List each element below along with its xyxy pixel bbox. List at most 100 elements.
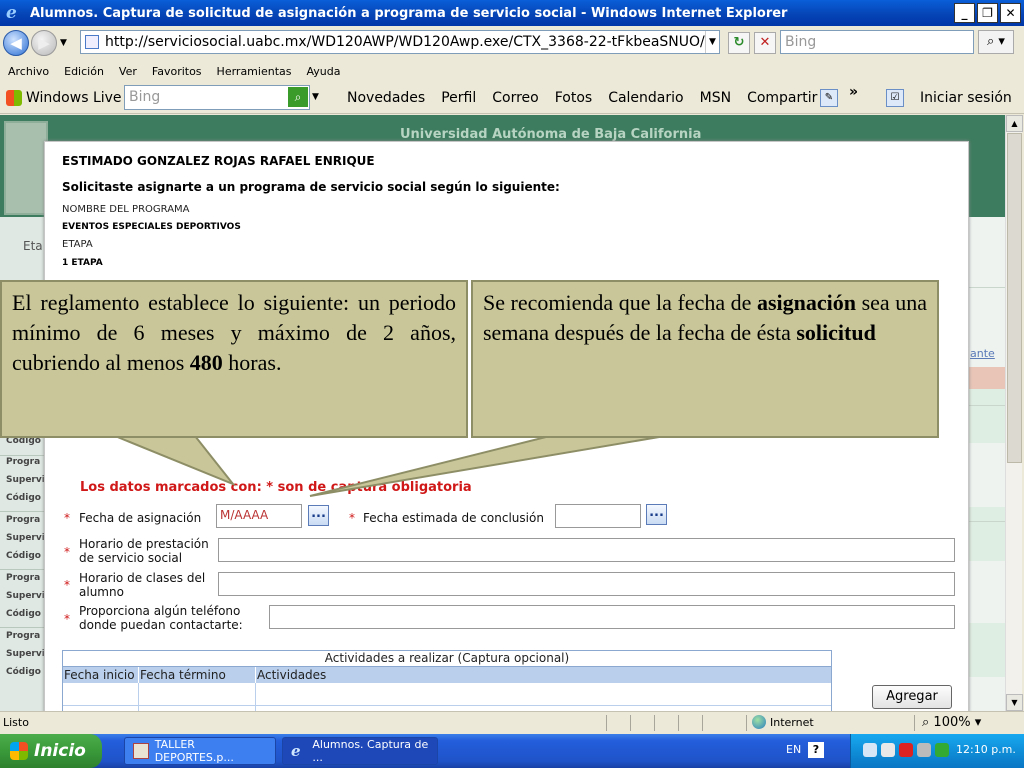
security-alert-icon[interactable] bbox=[899, 743, 913, 757]
volume-icon[interactable] bbox=[917, 743, 931, 757]
menu-edicion[interactable]: Edición bbox=[64, 65, 104, 78]
start-label: Inicio bbox=[34, 741, 86, 761]
scroll-up-icon[interactable]: ▲ bbox=[1006, 115, 1023, 132]
page-icon bbox=[85, 35, 99, 49]
program-label: NOMBRE DEL PROGRAMA bbox=[62, 204, 190, 215]
bing-search-input[interactable]: Bing bbox=[124, 85, 310, 110]
fecha-asignacion-label: Fecha de asignación bbox=[79, 511, 202, 525]
scroll-thumb[interactable] bbox=[1007, 133, 1022, 463]
window-title: Alumnos. Captura de solicitud de asignac… bbox=[30, 5, 788, 21]
menu-ayuda[interactable]: Ayuda bbox=[306, 65, 340, 78]
add-activity-button[interactable]: Agregar bbox=[872, 685, 952, 709]
fecha-conclusion-calendar-button[interactable]: ... bbox=[646, 504, 667, 525]
language-indicator[interactable]: EN bbox=[786, 743, 801, 756]
left-row-label: Código bbox=[6, 551, 41, 561]
more-chevron-icon[interactable]: » bbox=[849, 84, 858, 100]
history-dropdown-icon[interactable]: ▼ bbox=[60, 38, 70, 48]
left-row-label: Progra bbox=[6, 573, 41, 583]
zoom-level[interactable]: ⌕ 100% ▾ bbox=[922, 715, 981, 730]
ie-logo-icon: e bbox=[6, 3, 17, 23]
stop-icon[interactable]: ✕ bbox=[754, 32, 776, 54]
horario-clases-input[interactable] bbox=[218, 572, 955, 596]
taskbar-item-alumnos[interactable]: e Alumnos. Captura de ... bbox=[282, 737, 438, 765]
left-row-label: Supervi bbox=[6, 591, 45, 601]
powerpoint-icon bbox=[133, 743, 149, 759]
recommendation-text-1: Se recomienda que la fecha de bbox=[483, 290, 757, 315]
etapa-label: ETAPA bbox=[62, 239, 93, 250]
required-star: * bbox=[64, 511, 70, 525]
fecha-asignacion-calendar-button[interactable]: ... bbox=[308, 505, 329, 526]
required-star: * bbox=[64, 612, 70, 626]
network-icon[interactable] bbox=[863, 743, 877, 757]
address-url: http://serviciosocial.uabc.mx/WD120AWP/W… bbox=[105, 34, 705, 50]
search-input[interactable]: Bing bbox=[780, 30, 974, 54]
link-compartir[interactable]: Compartir bbox=[747, 90, 817, 106]
clock[interactable]: 12:10 p.m. bbox=[956, 743, 1016, 756]
fecha-conclusion-input[interactable] bbox=[555, 504, 641, 528]
left-row-label: Código bbox=[6, 609, 41, 619]
activities-header: Fecha inicio Fecha término Actividades bbox=[63, 667, 831, 683]
right-link-fragment[interactable]: ante bbox=[970, 347, 995, 360]
col-fecha-inicio: Fecha inicio bbox=[63, 667, 139, 683]
help-icon[interactable]: ? bbox=[808, 742, 824, 758]
link-correo[interactable]: Correo bbox=[492, 90, 538, 106]
link-novedades[interactable]: Novedades bbox=[347, 90, 425, 106]
windows-live-brand[interactable]: Windows Live bbox=[6, 89, 122, 106]
signin-link[interactable]: Iniciar sesión bbox=[920, 82, 1012, 114]
activities-body[interactable] bbox=[63, 683, 831, 711]
program-value: EVENTOS ESPECIALES DEPORTIVOS bbox=[62, 222, 241, 232]
horario-prestacion-label-1: Horario de prestación bbox=[79, 537, 209, 551]
refresh-icon[interactable]: ↻ bbox=[728, 32, 750, 54]
windows-flag-icon bbox=[10, 742, 28, 760]
window-controls: _ ❐ ✕ bbox=[954, 3, 1021, 23]
bing-search-icon[interactable]: ⌕ bbox=[288, 87, 308, 107]
address-dropdown-icon[interactable]: ▼ bbox=[705, 31, 719, 53]
regulation-text-2: horas. bbox=[222, 350, 282, 375]
link-fotos[interactable]: Fotos bbox=[555, 90, 592, 106]
menu-ver[interactable]: Ver bbox=[119, 65, 137, 78]
close-button[interactable]: ✕ bbox=[1000, 3, 1021, 23]
update-icon[interactable] bbox=[935, 743, 949, 757]
university-title: Universidad Autónoma de Baja California bbox=[400, 127, 702, 142]
taskbar: Inicio TALLER DEPORTES.p... e Alumnos. C… bbox=[0, 734, 1024, 768]
etapa-value: 1 ETAPA bbox=[62, 258, 103, 268]
link-calendario[interactable]: Calendario bbox=[608, 90, 683, 106]
search-icon[interactable]: ⌕ ▾ bbox=[978, 30, 1014, 54]
telefono-input[interactable] bbox=[269, 605, 955, 629]
fecha-asignacion-input[interactable]: M/AAAA bbox=[216, 504, 302, 528]
share-icon[interactable]: ✎ bbox=[820, 89, 838, 107]
status-text: Listo bbox=[3, 716, 29, 729]
horario-prestacion-label-2: de servicio social bbox=[79, 551, 183, 565]
signin-icon[interactable]: ☑ bbox=[886, 89, 904, 107]
task-label: TALLER DEPORTES.p... bbox=[154, 738, 234, 764]
security-zone[interactable]: Internet bbox=[752, 715, 814, 729]
horario-prestacion-input[interactable] bbox=[218, 538, 955, 562]
required-note: Los datos marcados con: * son de captura… bbox=[80, 480, 472, 495]
taskbar-item-taller[interactable]: TALLER DEPORTES.p... bbox=[124, 737, 276, 765]
left-row-label: Supervi bbox=[6, 533, 45, 543]
link-perfil[interactable]: Perfil bbox=[441, 90, 476, 106]
bing-dropdown-icon[interactable]: ▼ bbox=[312, 85, 322, 110]
start-button[interactable]: Inicio bbox=[0, 734, 102, 768]
restore-button[interactable]: ❐ bbox=[977, 3, 998, 23]
back-button[interactable]: ◀ bbox=[3, 30, 29, 56]
zoom-value: 100% bbox=[933, 715, 971, 730]
col-actividades: Actividades bbox=[257, 668, 327, 682]
scroll-down-icon[interactable]: ▼ bbox=[1006, 694, 1023, 711]
menu-favoritos[interactable]: Favoritos bbox=[152, 65, 202, 78]
background-right-column bbox=[968, 217, 1005, 711]
minimize-button[interactable]: _ bbox=[954, 3, 975, 23]
vertical-scrollbar[interactable]: ▲ ▼ bbox=[1005, 115, 1023, 711]
required-star: * bbox=[64, 578, 70, 592]
forward-button[interactable]: ▶ bbox=[31, 30, 57, 56]
menu-archivo[interactable]: Archivo bbox=[8, 65, 49, 78]
window-titlebar[interactable]: e Alumnos. Captura de solicitud de asign… bbox=[0, 0, 1024, 26]
link-msn[interactable]: MSN bbox=[700, 90, 731, 106]
recommendation-bold-1: asignación bbox=[757, 290, 857, 315]
telefono-label-1: Proporciona algún teléfono bbox=[79, 604, 241, 618]
activities-title: Actividades a realizar (Captura opcional… bbox=[63, 651, 831, 667]
search-tray-icon[interactable] bbox=[881, 743, 895, 757]
address-bar[interactable]: http://serviciosocial.uabc.mx/WD120AWP/W… bbox=[80, 30, 720, 54]
globe-icon bbox=[752, 715, 766, 729]
menu-herramientas[interactable]: Herramientas bbox=[217, 65, 292, 78]
